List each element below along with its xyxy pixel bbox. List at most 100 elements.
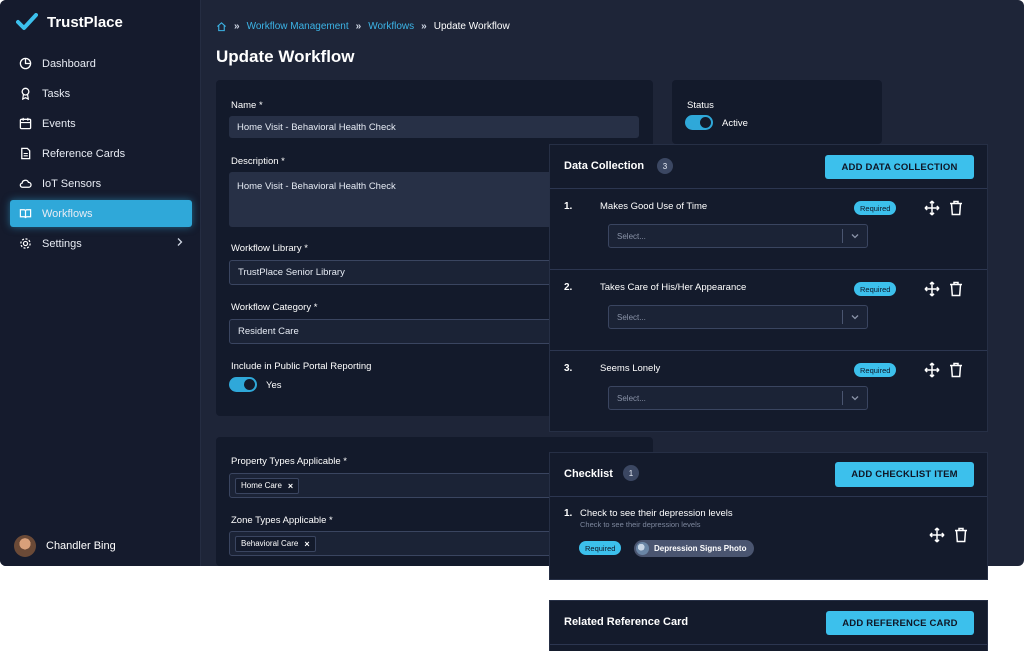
required-badge: Required: [854, 201, 897, 215]
add-reference-card-button[interactable]: ADD REFERENCE CARD: [826, 611, 974, 635]
item-text: Seems Lonely: [600, 363, 661, 374]
select-placeholder: Select...: [617, 393, 646, 403]
breadcrumb-separator: »: [421, 21, 427, 32]
data-collection-item: 1. Makes Good Use of Time Required Selec…: [550, 189, 987, 270]
data-collection-title: Data Collection: [564, 160, 645, 172]
user-profile[interactable]: Chandler Bing: [14, 535, 116, 557]
property-types-label: Property Types Applicable *: [231, 456, 348, 467]
description-label: Description *: [231, 156, 285, 167]
status-label: Status: [687, 100, 714, 111]
checklist-panel: Checklist 1 ADD CHECKLIST ITEM 1. Check …: [549, 452, 988, 580]
item-text: Takes Care of His/Her Appearance: [600, 282, 747, 293]
attachment-label: Depression Signs Photo: [654, 544, 747, 553]
status-value: Active: [722, 118, 748, 129]
data-collection-item: 2. Takes Care of His/Her Appearance Requ…: [550, 270, 987, 351]
zone-chip: Behavioral Care ×: [235, 535, 316, 552]
reference-card-header: Related Reference Card ADD REFERENCE CAR…: [550, 601, 987, 645]
select-placeholder: Select...: [617, 312, 646, 322]
chip-remove-icon[interactable]: ×: [288, 481, 293, 491]
sidebar-item-dashboard[interactable]: Dashboard: [10, 50, 192, 77]
sidebar-item-label: Tasks: [42, 87, 71, 100]
sidebar-item-label: Dashboard: [42, 57, 96, 70]
add-data-collection-button[interactable]: ADD DATA COLLECTION: [825, 155, 974, 179]
item-number: 2.: [564, 282, 573, 293]
checklist-item-text: Check to see their depression levels: [580, 508, 733, 519]
avatar: [14, 535, 36, 557]
home-icon[interactable]: [216, 21, 227, 32]
library-label: Workflow Library *: [231, 243, 308, 254]
portal-reporting-toggle[interactable]: [229, 377, 257, 392]
sidebar-item-label: Events: [42, 117, 76, 130]
chip-remove-icon[interactable]: ×: [304, 539, 309, 549]
photo-thumbnail: [636, 542, 649, 555]
required-badge: Required: [854, 363, 897, 377]
item-number: 1.: [564, 201, 573, 212]
data-collection-select[interactable]: Select...: [608, 224, 868, 248]
chip-label: Home Care: [241, 481, 282, 490]
move-icon[interactable]: [929, 527, 945, 543]
pie-chart-icon: [19, 57, 32, 70]
select-divider: [842, 391, 843, 405]
data-collection-select[interactable]: Select...: [608, 305, 868, 329]
sidebar-item-tasks[interactable]: Tasks: [10, 80, 192, 107]
brand-logo[interactable]: TrustPlace: [16, 13, 123, 31]
breadcrumb-current: Update Workflow: [433, 21, 510, 32]
checklist-item-number: 1.: [564, 508, 573, 519]
brand-name: TrustPlace: [47, 13, 123, 31]
gear-icon: [20, 238, 31, 249]
data-collection-count: 3: [657, 158, 673, 174]
move-icon[interactable]: [924, 281, 940, 297]
attachment-chip[interactable]: Depression Signs Photo: [634, 540, 755, 557]
user-name: Chandler Bing: [46, 540, 116, 552]
name-label: Name *: [231, 100, 263, 111]
category-label: Workflow Category *: [231, 302, 318, 313]
required-badge: Required: [579, 541, 622, 555]
data-collection-panel: Data Collection 3 ADD DATA COLLECTION 1.…: [549, 144, 988, 432]
trash-icon[interactable]: [954, 527, 968, 543]
sidebar: TrustPlace Dashboard Tasks Events Refere…: [0, 0, 201, 566]
breadcrumb-workflows[interactable]: Workflows: [368, 21, 414, 32]
sidebar-item-workflows[interactable]: Workflows: [10, 200, 192, 227]
trash-icon[interactable]: [949, 362, 963, 378]
breadcrumb-separator: »: [355, 21, 362, 32]
chevron-down-icon: [851, 396, 859, 401]
add-checklist-item-button[interactable]: ADD CHECKLIST ITEM: [835, 462, 974, 487]
item-number: 3.: [564, 363, 573, 374]
sidebar-item-events[interactable]: Events: [10, 110, 192, 137]
move-icon[interactable]: [924, 200, 940, 216]
book-icon: [19, 209, 32, 219]
portal-reporting-label: Include in Public Portal Reporting: [231, 361, 372, 372]
chip-label: Behavioral Care: [241, 539, 299, 548]
breadcrumb-separator: »: [234, 21, 240, 32]
name-input[interactable]: Home Visit - Behavioral Health Check: [229, 116, 639, 138]
sidebar-item-iot-sensors[interactable]: IoT Sensors: [10, 170, 192, 197]
page-title: Update Workflow: [216, 47, 355, 66]
property-chip: Home Care ×: [235, 477, 300, 494]
checklist-item-subtext: Check to see their depression levels: [580, 520, 701, 529]
required-badge: Required: [854, 282, 897, 296]
document-icon: [21, 147, 31, 160]
move-icon[interactable]: [924, 362, 940, 378]
select-divider: [842, 310, 843, 324]
sidebar-item-reference-cards[interactable]: Reference Cards: [10, 140, 192, 167]
cloud-icon: [19, 179, 32, 188]
reference-card-panel: Related Reference Card ADD REFERENCE CAR…: [549, 600, 988, 651]
checkmark-logo-icon: [16, 13, 38, 30]
sidebar-item-label: Workflows: [42, 207, 93, 220]
checklist-header: Checklist 1 ADD CHECKLIST ITEM: [550, 453, 987, 497]
status-toggle[interactable]: [685, 115, 713, 130]
sidebar-item-label: IoT Sensors: [42, 177, 102, 190]
sidebar-item-label: Settings: [42, 237, 82, 250]
select-placeholder: Select...: [617, 231, 646, 241]
select-divider: [842, 229, 843, 243]
breadcrumb-workflow-management[interactable]: Workflow Management: [247, 21, 349, 32]
chevron-down-icon: [851, 315, 859, 320]
checklist-title: Checklist: [564, 468, 613, 480]
sidebar-item-settings[interactable]: Settings: [10, 230, 192, 257]
trash-icon[interactable]: [949, 281, 963, 297]
data-collection-select[interactable]: Select...: [608, 386, 868, 410]
reference-card-title: Related Reference Card: [564, 616, 689, 628]
trash-icon[interactable]: [949, 200, 963, 216]
data-collection-header: Data Collection 3 ADD DATA COLLECTION: [550, 145, 987, 189]
zone-types-label: Zone Types Applicable *: [231, 515, 333, 526]
